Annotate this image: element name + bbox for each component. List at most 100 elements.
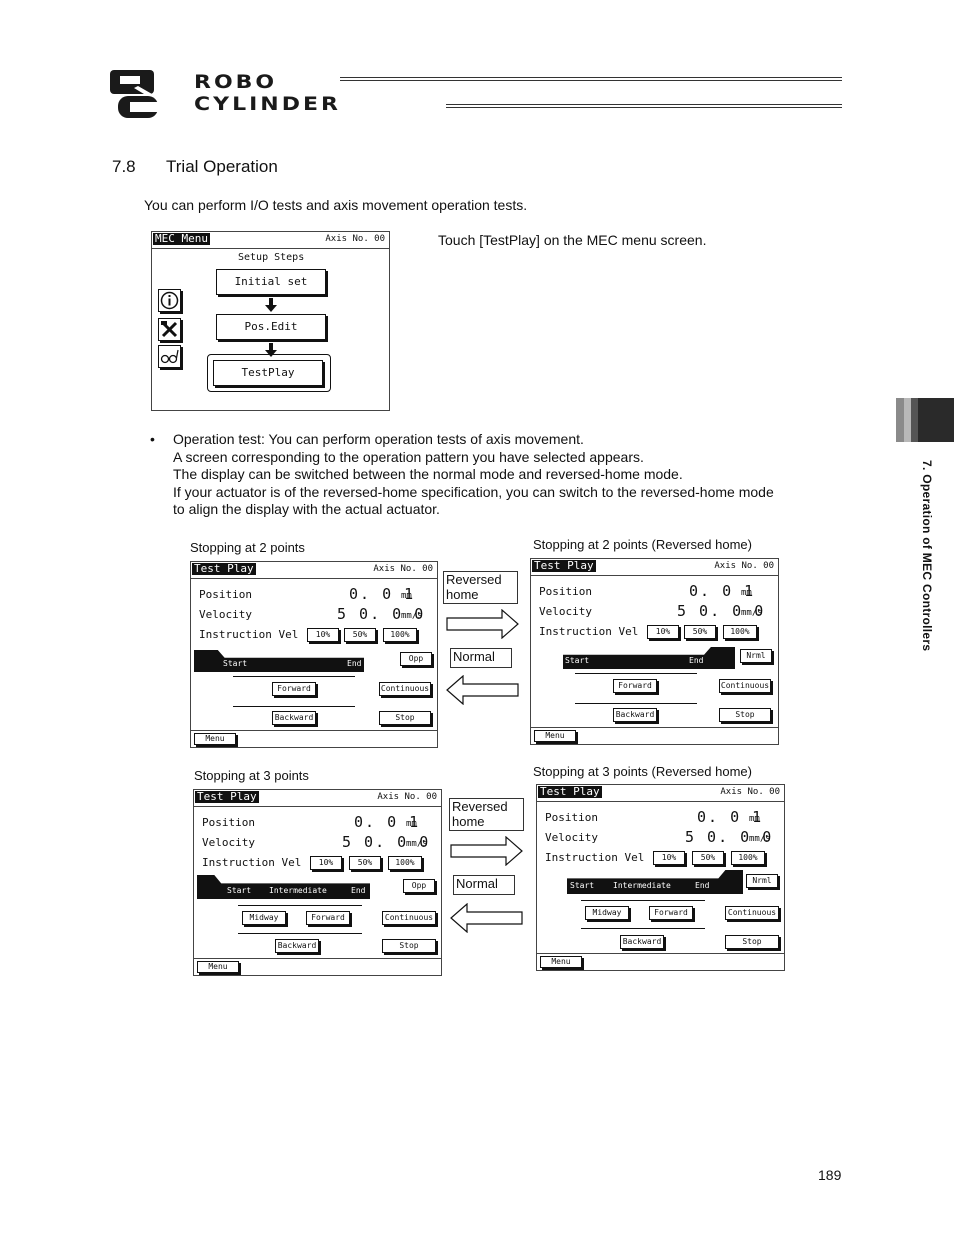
speed-50-button[interactable]: 50% bbox=[344, 628, 376, 642]
caption-3-points: Stopping at 3 points bbox=[194, 768, 309, 783]
divider bbox=[537, 953, 784, 954]
travel-bar bbox=[194, 650, 364, 672]
backward-button[interactable]: Backward bbox=[272, 711, 316, 725]
speed-100-button[interactable]: 100% bbox=[383, 628, 417, 642]
speed-10-button[interactable]: 10% bbox=[307, 628, 339, 642]
midway-button[interactable]: Midway bbox=[242, 911, 286, 925]
backward-arrow-line bbox=[238, 933, 362, 934]
chapter-side-tab: 7. Operation of MEC Controllers bbox=[920, 460, 934, 652]
testplay-screen-3pt-normal: Test Play Axis No. 00 Position 0. 0 1 mm… bbox=[193, 789, 442, 976]
forward-button[interactable]: Forward bbox=[306, 911, 350, 925]
start-label: Start bbox=[570, 881, 595, 890]
bullet-line: A screen corresponding to the operation … bbox=[173, 448, 644, 465]
menu-button[interactable]: Menu bbox=[534, 730, 576, 742]
divider bbox=[194, 958, 441, 959]
divider bbox=[152, 248, 389, 249]
testplay-button[interactable]: TestPlay bbox=[207, 354, 331, 392]
start-label: Start bbox=[565, 656, 590, 665]
rc-logo-mark-icon bbox=[110, 70, 160, 118]
position-unit: mm bbox=[406, 819, 417, 829]
testplay-screen-2pt-normal: Test Play Axis No. 00 Position 0. 0 1 mm… bbox=[190, 561, 438, 748]
menu-button[interactable]: Menu bbox=[197, 961, 239, 973]
position-label: Position bbox=[202, 816, 255, 829]
logo-rule-bottom bbox=[446, 104, 842, 108]
velocity-unit: mm/s bbox=[406, 839, 428, 849]
glasses-icon[interactable] bbox=[158, 345, 181, 368]
mec-menu-title: MEC Menu bbox=[153, 232, 210, 245]
menu-button[interactable]: Menu bbox=[194, 733, 236, 745]
stop-button[interactable]: Stop bbox=[719, 708, 771, 722]
backward-button[interactable]: Backward bbox=[613, 708, 657, 722]
stop-button[interactable]: Stop bbox=[382, 939, 436, 953]
instruction-vel-label: Instruction Vel bbox=[539, 625, 639, 638]
reversed-home-label: Reversed home bbox=[443, 571, 518, 604]
speed-100-button[interactable]: 100% bbox=[723, 625, 757, 639]
stop-button[interactable]: Stop bbox=[725, 935, 779, 949]
speed-50-button[interactable]: 50% bbox=[692, 851, 724, 865]
testplay-screen-2pt-reversed: Test Play Axis No. 00 Position 0. 0 1 mm… bbox=[530, 558, 779, 745]
stop-button[interactable]: Stop bbox=[379, 711, 431, 725]
position-unit: mm bbox=[749, 814, 760, 824]
info-icon[interactable] bbox=[158, 289, 181, 312]
velocity-label: Velocity bbox=[545, 831, 598, 844]
logo-rule-top bbox=[340, 77, 842, 81]
instruction-vel-label: Instruction Vel bbox=[199, 628, 299, 641]
mec-menu-axis: Axis No. 00 bbox=[325, 234, 385, 244]
divider bbox=[191, 730, 437, 731]
mec-menu-screen: MEC Menu Axis No. 00 Setup Steps Initial… bbox=[151, 231, 390, 411]
continuous-button[interactable]: Continuous bbox=[379, 682, 431, 696]
divider bbox=[191, 578, 437, 579]
midway-button[interactable]: Midway bbox=[585, 906, 629, 920]
velocity-unit: mm/s bbox=[741, 608, 763, 618]
opp-button[interactable]: Opp bbox=[403, 879, 435, 893]
position-label: Position bbox=[199, 588, 252, 601]
intermediate-label: Intermediate bbox=[269, 886, 327, 895]
speed-10-button[interactable]: 10% bbox=[310, 856, 342, 870]
continuous-button[interactable]: Continuous bbox=[719, 679, 771, 693]
velocity-label: Velocity bbox=[199, 608, 252, 621]
side-tab-stripe bbox=[911, 398, 918, 442]
speed-100-button[interactable]: 100% bbox=[388, 856, 422, 870]
caption-3-points-reversed: Stopping at 3 points (Reversed home) bbox=[533, 764, 752, 779]
tools-icon[interactable] bbox=[158, 318, 181, 341]
nrml-button[interactable]: Nrml bbox=[746, 874, 778, 888]
normal-label: Normal bbox=[453, 875, 515, 895]
forward-arrow-line bbox=[238, 905, 362, 906]
bullet-line: Operation test: You can perform operatio… bbox=[173, 431, 584, 447]
velocity-unit: mm/s bbox=[749, 834, 771, 844]
opp-button[interactable]: Opp bbox=[400, 652, 432, 666]
axis-number: Axis No. 00 bbox=[720, 787, 780, 797]
logo-text-line2: CYLINDER bbox=[194, 93, 341, 116]
forward-arrow-line bbox=[581, 900, 705, 901]
reversed-home-label: Reversed home bbox=[449, 798, 524, 831]
forward-button[interactable]: Forward bbox=[649, 906, 693, 920]
continuous-button[interactable]: Continuous bbox=[382, 911, 436, 925]
start-label: Start bbox=[227, 886, 252, 895]
initial-set-button[interactable]: Initial set bbox=[216, 269, 326, 295]
backward-arrow-line bbox=[233, 706, 355, 707]
speed-100-button[interactable]: 100% bbox=[731, 851, 765, 865]
pos-edit-button[interactable]: Pos.Edit bbox=[216, 314, 326, 340]
end-label: End bbox=[351, 886, 366, 895]
end-label: End bbox=[347, 659, 362, 668]
speed-50-button[interactable]: 50% bbox=[349, 856, 381, 870]
touch-instruction: Touch [TestPlay] on the MEC menu screen. bbox=[438, 232, 707, 248]
screen-title: Test Play bbox=[532, 559, 596, 572]
forward-button[interactable]: Forward bbox=[272, 682, 316, 696]
nrml-button[interactable]: Nrml bbox=[740, 649, 772, 663]
divider bbox=[531, 575, 778, 576]
backward-button[interactable]: Backward bbox=[275, 939, 319, 953]
section-number: 7.8 bbox=[112, 157, 136, 176]
forward-button[interactable]: Forward bbox=[613, 679, 657, 693]
position-label: Position bbox=[545, 811, 598, 824]
backward-arrow-line bbox=[581, 928, 705, 929]
bullet-line: The display can be switched between the … bbox=[173, 466, 683, 483]
speed-10-button[interactable]: 10% bbox=[653, 851, 685, 865]
screen-title: Test Play bbox=[195, 790, 259, 803]
speed-50-button[interactable]: 50% bbox=[684, 625, 716, 639]
menu-button[interactable]: Menu bbox=[540, 956, 582, 968]
caption-2-points-reversed: Stopping at 2 points (Reversed home) bbox=[533, 537, 752, 552]
continuous-button[interactable]: Continuous bbox=[725, 906, 779, 920]
speed-10-button[interactable]: 10% bbox=[647, 625, 679, 639]
backward-button[interactable]: Backward bbox=[620, 935, 664, 949]
